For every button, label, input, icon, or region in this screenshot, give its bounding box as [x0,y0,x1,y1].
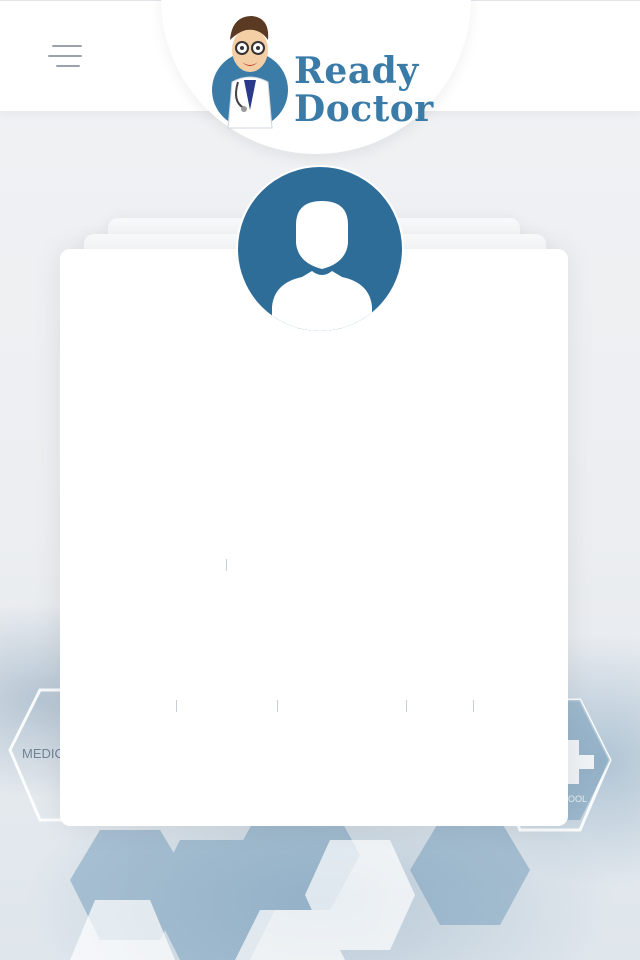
profile-card [60,249,568,826]
logo-text: Ready Doctor [294,52,434,128]
profile-field-row-1 [176,555,227,575]
logo-line1: Ready [294,50,419,92]
doctor-mascot-icon [212,16,288,129]
hex-label-ool: OOL [568,794,587,804]
profile-field-row-2 [176,696,474,716]
ready-doctor-logo[interactable]: Ready Doctor [210,10,433,135]
logo-line2: Doctor [294,88,434,130]
user-silhouette-icon[interactable] [236,165,404,333]
hex-label-medic: MEDIC [22,746,64,761]
hamburger-menu-icon[interactable] [48,43,84,73]
